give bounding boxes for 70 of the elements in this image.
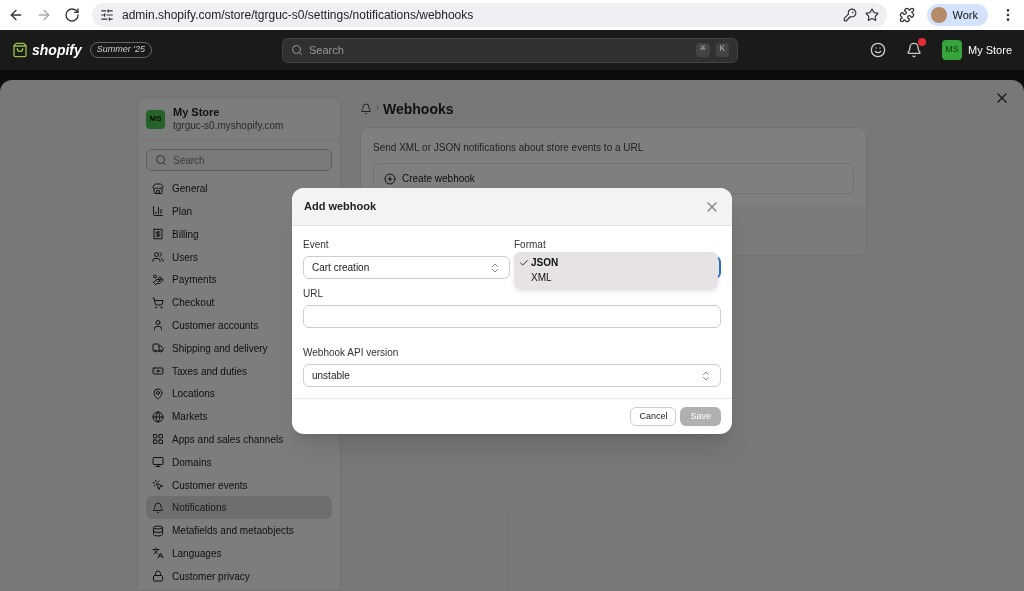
breadcrumb-separator: › [376, 102, 379, 116]
field-label: Webhook API version [303, 346, 400, 360]
map-pin-icon [152, 387, 164, 400]
search-icon [291, 44, 303, 56]
chart-icon [152, 205, 164, 218]
sidebar-item[interactable]: Languages [146, 542, 332, 565]
store-avatar: MS [146, 109, 165, 129]
cart-icon [152, 296, 164, 309]
brand-name[interactable]: shopify [32, 39, 82, 61]
api-version-select[interactable]: unstable [303, 364, 721, 387]
cancel-button[interactable]: Cancel [630, 407, 677, 426]
sidebar-item[interactable]: Customer events [146, 473, 332, 497]
profile-button[interactable]: Work [926, 4, 988, 26]
dropdown-option[interactable]: XML [514, 270, 718, 285]
banknote-icon [152, 365, 164, 377]
search-icon [155, 154, 167, 167]
star-icon[interactable] [864, 8, 879, 22]
extensions-icon[interactable] [898, 7, 915, 23]
address-bar[interactable]: admin.shopify.com/store/tgrguc-s0/settings/notifications/webhooks [92, 3, 887, 27]
lock-icon [152, 570, 164, 583]
hand-coins-icon [152, 273, 164, 286]
monitor-icon [152, 456, 164, 469]
sidebar-item[interactable]: Customer privacy [146, 564, 332, 588]
sidebar-item[interactable]: Domains [146, 450, 332, 474]
sidebar-item[interactable]: Customer accounts [146, 314, 332, 337]
shopify-logo-icon[interactable] [12, 42, 28, 58]
field-label: Event [303, 238, 330, 252]
languages-icon [152, 547, 164, 560]
site-settings-icon[interactable] [100, 8, 114, 22]
bell-icon [152, 501, 164, 514]
globe-icon [152, 410, 164, 423]
store-icon [152, 182, 164, 195]
dialog-title: Add webhook [304, 199, 377, 215]
search-field[interactable]: Search ⌘ K [282, 37, 738, 63]
shortcut-key: ⌘ [696, 43, 710, 57]
grid-icon [152, 433, 164, 446]
check-icon [519, 257, 529, 268]
sidebar-item[interactable]: Apps and sales channels [146, 428, 332, 451]
store-name: My Store [173, 106, 221, 120]
store-name[interactable]: My Store [968, 41, 1012, 59]
url-field[interactable] [303, 305, 721, 328]
search-field[interactable]: Search [146, 149, 332, 172]
store-domain: tgrguc-s0.myshopify.com [173, 119, 284, 133]
sidebar-item[interactable]: Metafields and metaobjects [146, 519, 332, 542]
receipt-icon [152, 228, 164, 241]
sidebar-item[interactable]: General [146, 177, 332, 201]
page-title: Webhooks [383, 99, 454, 119]
plus-icon [384, 172, 396, 185]
description: Send XML or JSON notifications about store events to a URL [372, 141, 645, 155]
sidebar-item[interactable]: Markets [146, 405, 332, 428]
sidebar-item[interactable]: Notifications [146, 496, 332, 520]
shortcut-key: K [715, 43, 729, 57]
truck-icon [152, 342, 164, 355]
event-select[interactable]: Cart creation [303, 256, 510, 279]
chevrons-icon [489, 261, 501, 274]
users-icon [152, 251, 164, 264]
pointer-icon [152, 479, 164, 491]
reload-icon[interactable] [64, 7, 80, 23]
bell-icon[interactable] [360, 103, 372, 115]
dropdown-option[interactable]: JSON [514, 255, 718, 270]
field-label: URL [303, 287, 324, 301]
face-icon[interactable] [870, 42, 886, 58]
key-icon[interactable] [842, 8, 857, 22]
field-label: Format [514, 238, 547, 252]
back-icon[interactable] [8, 7, 24, 23]
user-icon [152, 319, 164, 332]
store-avatar[interactable]: MS [942, 40, 962, 60]
database-icon [152, 524, 164, 537]
chevrons-icon [700, 369, 712, 382]
avatar [930, 7, 947, 23]
